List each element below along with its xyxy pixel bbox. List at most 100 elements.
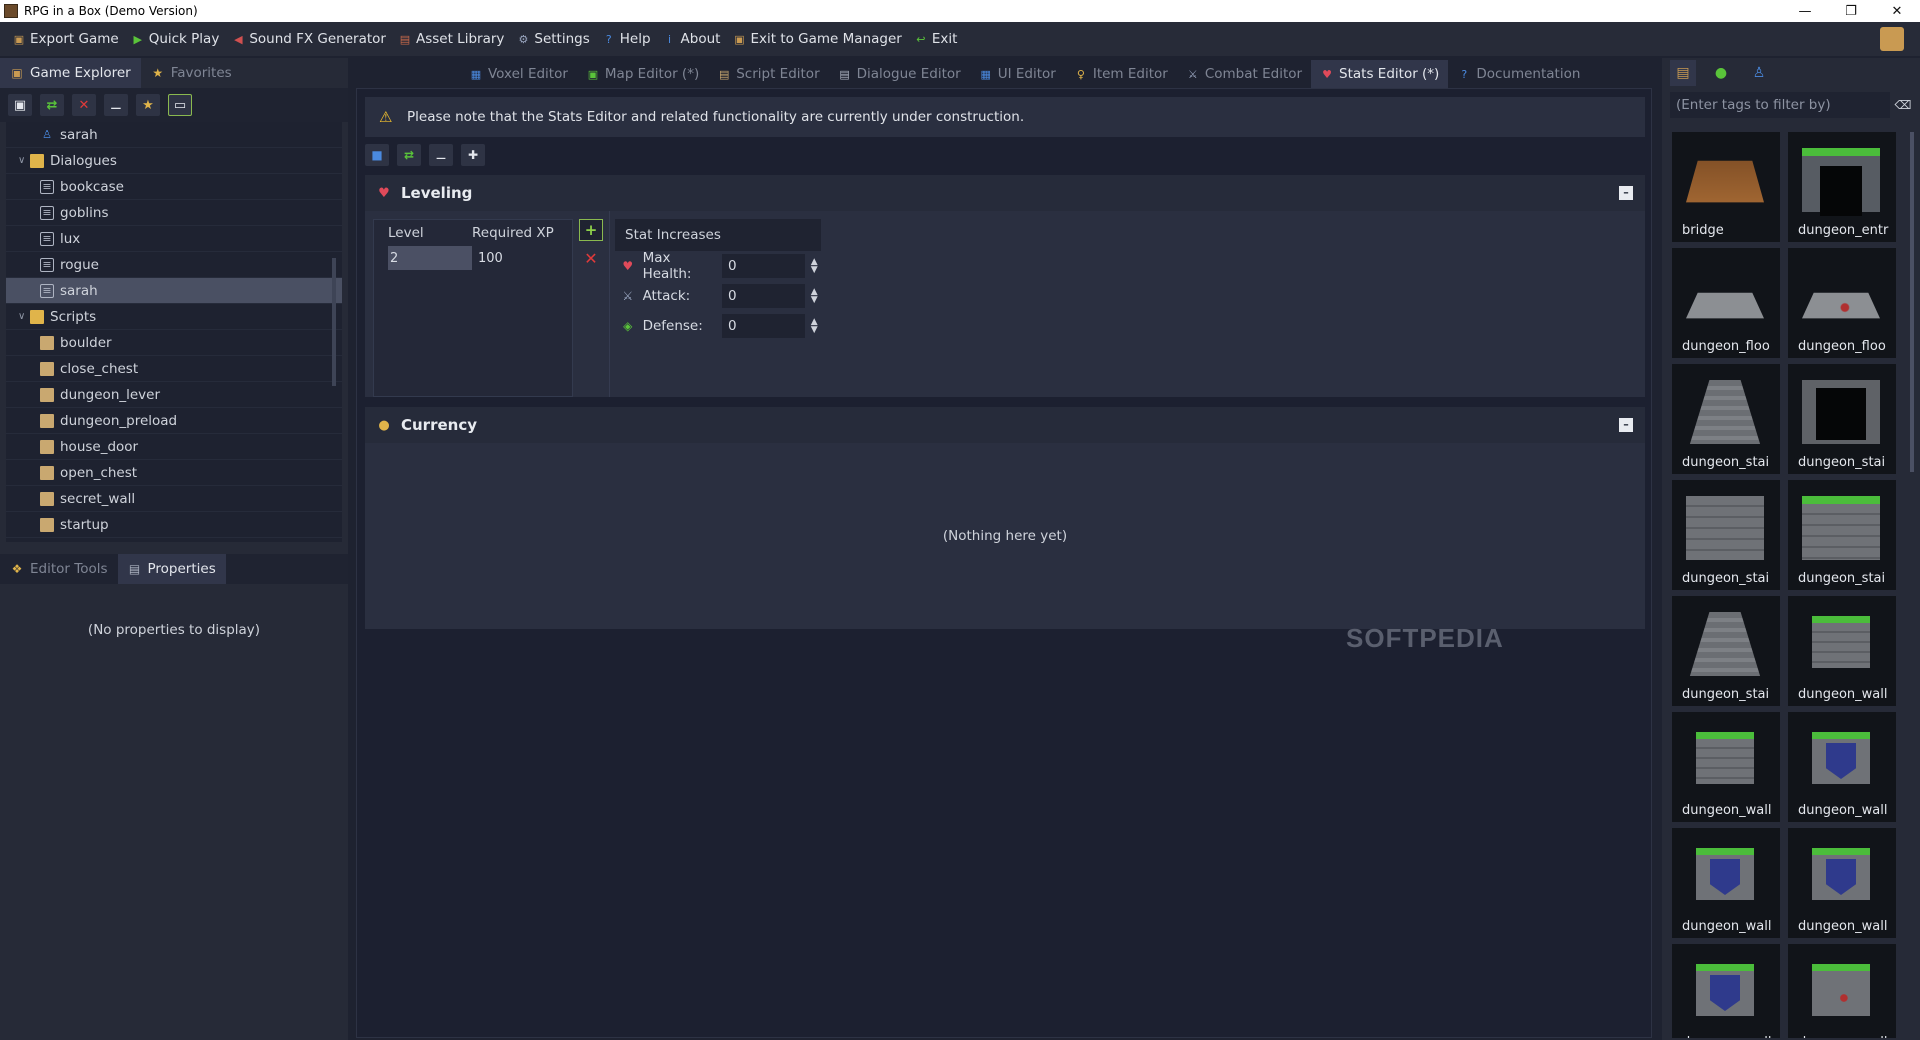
add-level-button[interactable]: + — [579, 219, 603, 241]
script-icon — [40, 335, 54, 350]
collapse-all-button[interactable]: ⚊ — [104, 94, 128, 116]
tab-game-explorer[interactable]: ▣ Game Explorer — [0, 58, 141, 88]
tag-filter-input[interactable]: (Enter tags to filter by) — [1670, 92, 1890, 118]
asset-tile[interactable]: dungeon_wall — [1788, 712, 1896, 822]
menu-item-8[interactable]: ↩ Exit — [908, 27, 964, 51]
clear-filter-icon[interactable]: ⌫ — [1890, 92, 1916, 118]
close-button[interactable]: ✕ — [1874, 0, 1920, 22]
asset-name: dungeon_stai — [1798, 571, 1886, 586]
tree-item[interactable]: ♙ sarah — [6, 122, 342, 148]
leveling-collapse-button[interactable]: – — [1619, 186, 1633, 200]
leveling-section-header[interactable]: ♥ Leveling – — [365, 175, 1645, 211]
xp-cell[interactable]: 100 — [472, 251, 503, 266]
save-button[interactable]: ■ — [365, 144, 389, 166]
currency-collapse-button[interactable]: – — [1619, 418, 1633, 432]
editor-tab-5[interactable]: ♀ Item Editor — [1065, 60, 1177, 88]
tree-item[interactable]: ∨ Dialogues — [6, 148, 342, 174]
menu-item-1[interactable]: ▶ Quick Play — [125, 27, 226, 51]
asset-scrollbar[interactable] — [1910, 132, 1914, 472]
asset-tile[interactable]: dungeon_stai — [1672, 596, 1780, 706]
character-assets-tab-icon[interactable]: ♙ — [1746, 60, 1772, 86]
tree-item[interactable]: ≡ sarah — [6, 278, 342, 304]
editor-tab-0[interactable]: ▦ Voxel Editor — [460, 60, 577, 88]
asset-tile[interactable]: dungeon_stai — [1672, 364, 1780, 474]
level-row[interactable]: 2 100 — [374, 246, 572, 270]
tab-favorites[interactable]: ★ Favorites — [141, 58, 242, 88]
tree-item[interactable]: dungeon_lever — [6, 382, 342, 408]
menu-item-2[interactable]: ◀ Sound FX Generator — [225, 27, 392, 51]
currency-section-header[interactable]: ● Currency – — [365, 407, 1645, 443]
editor-tab-2[interactable]: ▤ Script Editor — [708, 60, 828, 88]
new-item-button[interactable]: ▣ — [8, 94, 32, 116]
editor-tab-4[interactable]: ▦ UI Editor — [970, 60, 1065, 88]
tree-item[interactable]: close_chest — [6, 356, 342, 382]
menu-item-4[interactable]: ⚙ Settings — [510, 27, 595, 51]
menu-item-0[interactable]: ▣ Export Game — [6, 27, 125, 51]
asset-tile[interactable]: dungeon_wall — [1672, 712, 1780, 822]
spin-arrows-icon[interactable]: ▲ ▼ — [807, 318, 821, 335]
asset-name: dungeon_wall — [1798, 1035, 1896, 1038]
tree-item[interactable]: boulder — [6, 330, 342, 356]
object-assets-tab-icon[interactable]: ● — [1708, 60, 1734, 86]
tab-favorites-label: Favorites — [170, 65, 232, 81]
menu-item-6[interactable]: i About — [657, 27, 727, 51]
editor-tab-8[interactable]: ? Documentation — [1448, 60, 1589, 88]
minimize-button[interactable]: — — [1782, 0, 1828, 22]
expand-arrow-icon[interactable]: ∨ — [18, 311, 30, 322]
tree-item-label: goblins — [60, 204, 109, 221]
expand-arrow-icon[interactable]: ∨ — [18, 155, 30, 166]
voxel-assets-tab-icon[interactable]: ▤ — [1670, 60, 1696, 86]
collapse-all-sections-button[interactable]: ⚊ — [429, 144, 453, 166]
editor-tab-6[interactable]: ⚔ Combat Editor — [1177, 60, 1311, 88]
maximize-button[interactable]: ❐ — [1828, 0, 1874, 22]
tree-item[interactable]: ≡ bookcase — [6, 174, 342, 200]
tree-item[interactable]: ≡ goblins — [6, 200, 342, 226]
delete-level-button[interactable]: ✕ — [579, 247, 603, 269]
spin-arrows-icon[interactable]: ▲ ▼ — [807, 288, 821, 305]
tree-item[interactable]: ≡ rogue — [6, 252, 342, 278]
stat-value-input[interactable]: 0 — [721, 254, 806, 278]
delete-button[interactable]: ✕ — [72, 94, 96, 116]
asset-tile[interactable]: dungeon_floo — [1788, 248, 1896, 358]
tree-scrollbar[interactable] — [332, 258, 336, 386]
tab-properties[interactable]: ▤ Properties — [117, 554, 226, 584]
asset-tile[interactable]: dungeon_stai — [1788, 480, 1896, 590]
asset-tile[interactable]: dungeon_wall — [1788, 828, 1896, 938]
asset-tile[interactable]: dungeon_wall — [1672, 944, 1780, 1038]
expand-all-sections-button[interactable]: ✚ — [461, 144, 485, 166]
asset-tile[interactable]: dungeon_floo — [1672, 248, 1780, 358]
menu-item-3[interactable]: ▤ Asset Library — [392, 27, 510, 51]
tree-item[interactable]: dungeon_preload — [6, 408, 342, 434]
tree-item[interactable]: startup — [6, 512, 342, 538]
asset-tile[interactable]: dungeon_wall — [1788, 944, 1896, 1038]
favorite-button[interactable]: ★ — [136, 94, 160, 116]
tree-item[interactable]: ≡ lux — [6, 226, 342, 252]
refresh-button[interactable]: ⇄ — [40, 94, 64, 116]
editor-tab-7[interactable]: ♥ Stats Editor (*) — [1311, 60, 1449, 88]
asset-tile[interactable]: dungeon_stai — [1672, 480, 1780, 590]
asset-tile[interactable]: dungeon_entr — [1788, 132, 1896, 242]
tree-item[interactable]: secret_wall — [6, 486, 342, 512]
user-avatar-icon[interactable] — [1880, 27, 1904, 51]
menu-item-7[interactable]: ▣ Exit to Game Manager — [726, 27, 907, 51]
link-button[interactable]: ▭ — [168, 94, 192, 116]
asset-tile[interactable]: bridge — [1672, 132, 1780, 242]
tree-item[interactable]: ∨ Scripts — [6, 304, 342, 330]
asset-tile[interactable]: dungeon_wall — [1788, 596, 1896, 706]
reload-button[interactable]: ⇄ — [397, 144, 421, 166]
bottom-tabs: ❖ Editor Tools ▤ Properties — [0, 554, 348, 584]
stat-value-input[interactable]: 0 — [721, 314, 806, 338]
warning-text: Please note that the Stats Editor and re… — [407, 109, 1025, 125]
warning-icon: ⚠ — [379, 108, 393, 126]
editor-tab-3[interactable]: ▤ Dialogue Editor — [829, 60, 970, 88]
asset-tile[interactable]: dungeon_wall — [1672, 828, 1780, 938]
level-cell[interactable]: 2 — [388, 246, 472, 270]
asset-tile[interactable]: dungeon_stai — [1788, 364, 1896, 474]
tree-item[interactable]: open_chest — [6, 460, 342, 486]
stat-value-input[interactable]: 0 — [721, 284, 806, 308]
spin-arrows-icon[interactable]: ▲ ▼ — [807, 258, 821, 275]
editor-tab-1[interactable]: ▣ Map Editor (*) — [577, 60, 708, 88]
tab-editor-tools[interactable]: ❖ Editor Tools — [0, 554, 118, 584]
tree-item[interactable]: house_door — [6, 434, 342, 460]
menu-item-5[interactable]: ? Help — [596, 27, 657, 51]
